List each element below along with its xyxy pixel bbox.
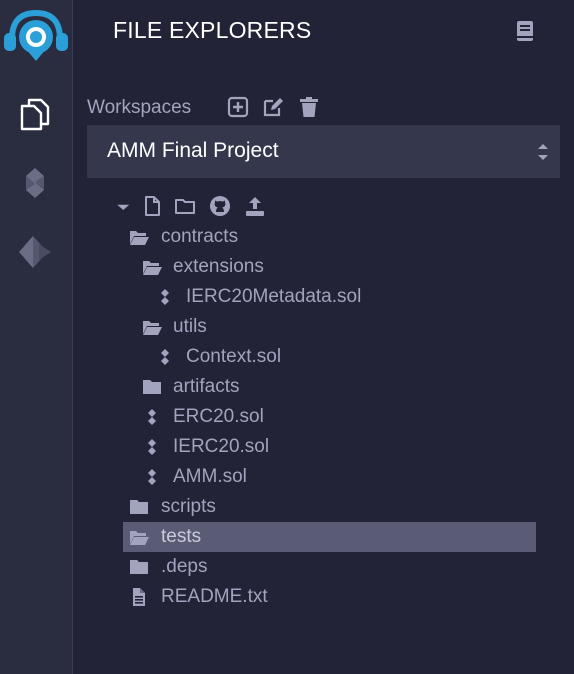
deploy-run-icon[interactable] [17, 234, 53, 270]
tree-row-ierc20[interactable]: IERC20.sol [135, 432, 536, 462]
delete-workspace-icon[interactable] [298, 96, 320, 118]
tree-row-context[interactable]: Context.sol [148, 342, 536, 372]
tree-row-erc20[interactable]: ERC20.sol [135, 402, 536, 432]
solidity-file-icon [148, 469, 156, 485]
upload-icon[interactable] [244, 195, 266, 217]
tree-row-label: IERC20Metadata.sol [186, 286, 362, 307]
tree-row-label: scripts [161, 496, 216, 517]
solidity-compiler-icon[interactable] [17, 165, 53, 201]
solidity-file-icon [161, 349, 169, 365]
file-explorer-icon[interactable] [17, 96, 53, 132]
tree-row-contracts[interactable]: contracts [123, 222, 536, 252]
tree-row-label: contracts [161, 226, 239, 247]
tree-row-label: AMM.sol [173, 466, 247, 487]
folder-open-icon [130, 531, 149, 545]
workspace-select[interactable]: AMM Final Project [87, 125, 560, 178]
new-file-icon[interactable] [141, 195, 163, 217]
tree-row-deps[interactable]: .deps [123, 552, 536, 582]
new-folder-icon[interactable] [174, 195, 196, 217]
collapse-caret-icon[interactable] [115, 195, 137, 217]
panel-title: FILE EXPLORERS [113, 17, 312, 43]
github-icon[interactable] [209, 195, 231, 217]
solidity-file-icon [148, 439, 156, 455]
solidity-file-icon [148, 409, 156, 425]
tree-row-label: IERC20.sol [173, 436, 270, 457]
tree-row-label: .deps [161, 556, 208, 577]
tree-row-amm[interactable]: AMM.sol [135, 462, 536, 492]
tree-row-label: tests [161, 526, 202, 547]
tree-row-utils[interactable]: utils [135, 312, 536, 342]
select-caret-icon [538, 144, 548, 160]
workspaces-label: Workspaces [87, 97, 192, 118]
tree-row-label: ERC20.sol [173, 406, 264, 427]
tree-row-label: artifacts [173, 376, 240, 397]
solidity-file-icon [161, 289, 169, 305]
folder-icon [130, 560, 148, 574]
text-file-icon [133, 588, 145, 606]
tree-row-extensions[interactable]: extensions [135, 252, 536, 282]
tree-row-ierc20metadata[interactable]: IERC20Metadata.sol [148, 282, 536, 312]
remix-logo-icon[interactable] [2, 5, 70, 65]
folder-open-icon [143, 261, 162, 275]
tree-row-label: README.txt [161, 586, 268, 607]
tree-row-label: utils [173, 316, 207, 337]
folder-open-icon [130, 231, 149, 245]
tree-row-scripts[interactable]: scripts [123, 492, 536, 522]
folder-icon [143, 380, 161, 394]
tree-row-tests[interactable]: tests [123, 522, 536, 552]
folder-icon [130, 500, 148, 514]
tree-row-readme[interactable]: README.txt [123, 582, 536, 612]
tree-row-artifacts[interactable]: artifacts [135, 372, 536, 402]
folder-open-icon [143, 321, 162, 335]
tree-row-label: extensions [173, 256, 264, 277]
rename-workspace-icon[interactable] [262, 96, 284, 118]
icon-panel [0, 0, 73, 674]
create-workspace-icon[interactable] [227, 96, 249, 118]
workspace-select-value: AMM Final Project [107, 139, 279, 162]
tree-row-label: Context.sol [186, 346, 282, 367]
documentation-icon[interactable] [514, 20, 536, 42]
